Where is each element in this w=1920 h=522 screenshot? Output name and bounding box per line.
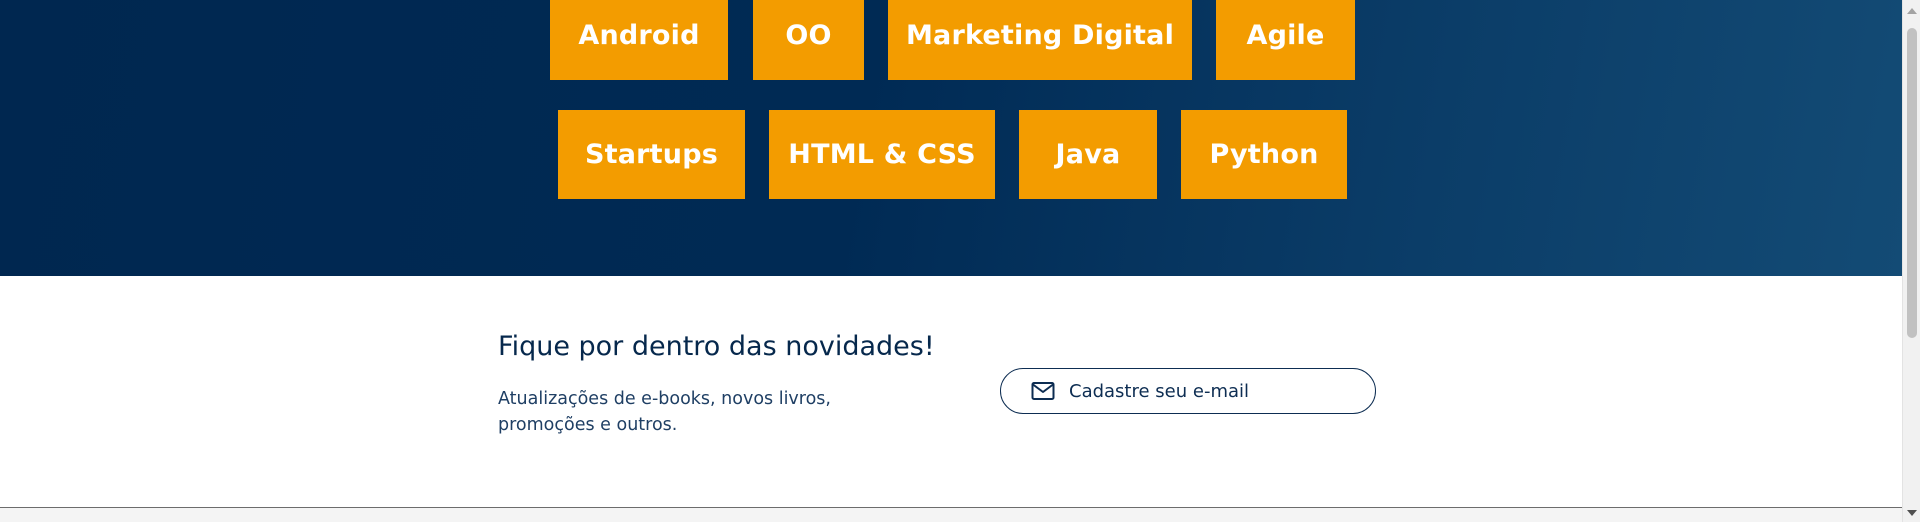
page-viewport: Android OO Marketing Digital Agile Start… bbox=[0, 0, 1920, 522]
scroll-up-arrow-icon[interactable] bbox=[1907, 8, 1917, 14]
newsletter-description: Atualizações de e-books, novos livros, p… bbox=[498, 389, 831, 435]
scrollbar-thumb[interactable] bbox=[1907, 28, 1917, 338]
footer-edge bbox=[0, 507, 1902, 522]
mail-icon bbox=[1031, 381, 1055, 401]
tag-oo[interactable]: OO bbox=[753, 0, 864, 80]
newsletter-title: Fique por dentro das novidades! bbox=[498, 331, 935, 362]
tag-java[interactable]: Java bbox=[1019, 110, 1157, 199]
vertical-scrollbar[interactable] bbox=[1902, 0, 1920, 522]
tag-startups[interactable]: Startups bbox=[558, 110, 745, 199]
tag-android[interactable]: Android bbox=[550, 0, 728, 80]
email-signup-field[interactable]: Cadastre seu e-mail bbox=[1000, 368, 1376, 414]
tag-python[interactable]: Python bbox=[1181, 110, 1347, 199]
scroll-down-arrow-icon[interactable] bbox=[1907, 510, 1917, 516]
tag-html-css[interactable]: HTML & CSS bbox=[769, 110, 995, 199]
newsletter-section: Fique por dentro das novidades! Atualiza… bbox=[0, 276, 1902, 508]
email-placeholder: Cadastre seu e-mail bbox=[1069, 380, 1250, 402]
categories-section: Android OO Marketing Digital Agile Start… bbox=[0, 0, 1902, 276]
tag-marketing-digital[interactable]: Marketing Digital bbox=[888, 0, 1192, 80]
tag-agile[interactable]: Agile bbox=[1216, 0, 1355, 80]
